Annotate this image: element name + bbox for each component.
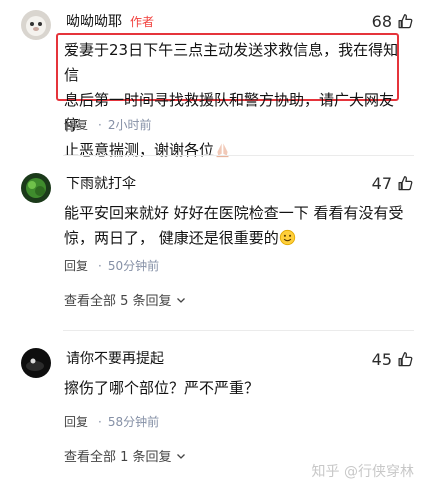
like-button[interactable]: 45: [372, 350, 414, 369]
comment-meta: 回复 · 50分钟前: [64, 257, 159, 274]
separator-dot: ·: [98, 258, 102, 273]
thumbs-up-icon: [398, 352, 413, 367]
username[interactable]: 呦呦呦耶 作者: [66, 13, 154, 31]
divider: [63, 330, 414, 331]
like-button[interactable]: 47: [372, 174, 414, 193]
username[interactable]: 请你不要再提起: [66, 350, 164, 368]
avatar[interactable]: [21, 10, 51, 40]
smile-emoji-icon: [279, 229, 295, 246]
like-button[interactable]: 68: [372, 12, 414, 31]
author-badge: 作者: [130, 15, 155, 29]
view-all-replies-button[interactable]: 查看全部 1 条回复: [64, 446, 186, 465]
comment-meta: 回复 · 2小时前: [64, 116, 151, 133]
thumbs-up-icon: [398, 14, 413, 29]
reply-button[interactable]: 回复: [64, 257, 88, 274]
comment-text: 擦伤了哪个部位？严不严重？: [64, 379, 260, 397]
avatar[interactable]: [21, 173, 51, 203]
view-all-replies-button[interactable]: 查看全部 5 条回复: [64, 290, 186, 309]
separator-dot: ·: [98, 414, 102, 429]
separator-dot: ·: [98, 117, 102, 132]
timestamp: 50分钟前: [107, 259, 160, 273]
username[interactable]: 下雨就打伞: [66, 175, 136, 193]
comment-text: 爱妻于23日下午三点主动发送求救信息，我在得知信 息后第一时间寻找救援队和警方协…: [64, 41, 399, 159]
avatar[interactable]: [21, 348, 51, 378]
timestamp: 58分钟前: [107, 415, 160, 429]
chevron-down-icon: [176, 453, 185, 459]
divider: [63, 155, 414, 156]
comment-text: 能平安回来就好 好好在医院检查一下 看看有没有受 惊，两日了， 健康还是很重要的: [64, 204, 404, 247]
chevron-down-icon: [176, 297, 185, 303]
watermark: 知乎 @行侠穿林: [311, 464, 414, 480]
timestamp: 2小时前: [107, 118, 152, 132]
like-count: 47: [371, 174, 392, 193]
reply-button[interactable]: 回复: [64, 413, 88, 430]
like-count: 45: [371, 350, 392, 369]
thumbs-up-icon: [398, 176, 413, 191]
comment-meta: 回复 · 58分钟前: [64, 413, 159, 430]
reply-button[interactable]: 回复: [64, 116, 88, 133]
like-count: 68: [371, 12, 392, 31]
